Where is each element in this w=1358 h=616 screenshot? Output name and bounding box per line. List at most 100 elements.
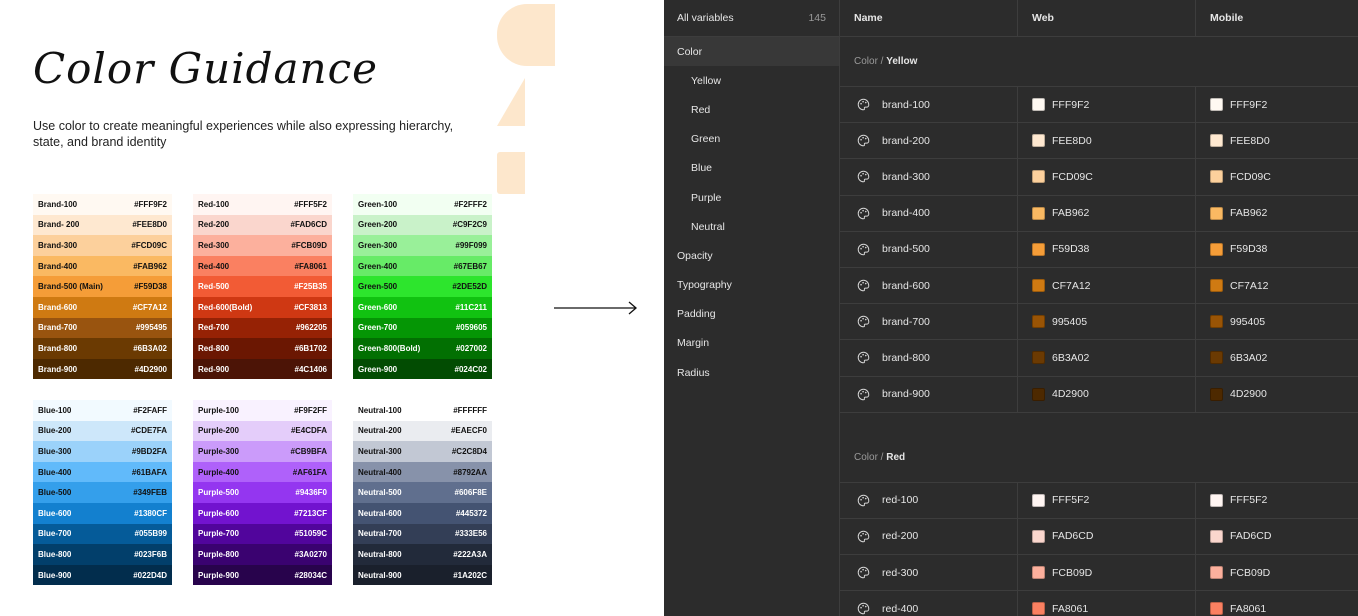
variable-row[interactable]: brand-600 CF7A12 CF7A12 [840,267,1358,305]
color-chip [1032,279,1045,293]
variable-row[interactable]: brand-500 F59D38 F59D38 [840,231,1358,268]
variable-name-cell[interactable]: red-400 [840,591,1018,616]
web-value-cell[interactable]: FEE8D0 [1018,123,1196,159]
variable-name: brand-500 [882,243,930,256]
variable-name: brand-400 [882,207,930,220]
variable-row[interactable]: red-300 FCB09D FCB09D [840,555,1358,592]
variable-name-cell[interactable]: brand-900 [840,376,1018,412]
variable-row[interactable]: red-100 FFF5F2 FFF5F2 [840,482,1358,519]
swatch-label: Purple-900 [198,570,239,580]
web-value-cell[interactable]: FFF5F2 [1018,482,1196,518]
color-palette: Red-100 #FFF5F2 Red-200 #FAD6CD Red-300 #FCB0… [193,194,332,380]
sidebar-item-opacity[interactable]: Opacity [664,241,839,270]
sidebar-item-green[interactable]: Green [664,125,839,154]
variable-row[interactable]: brand-100 FFF9F2 FFF9F2 [840,87,1358,124]
column-web-header[interactable]: Web [1018,0,1196,36]
swatch-label: Blue-500 [38,488,72,498]
all-variables-header[interactable]: All variables 145 [664,0,839,37]
decorative-shape [497,78,525,126]
color-swatch: Blue-400 #61BAFA [33,461,172,483]
sidebar-item-padding[interactable]: Padding [664,300,839,329]
variable-name: brand-200 [882,134,930,147]
variable-name-cell[interactable]: brand-500 [840,231,1018,267]
sidebar-item-purple[interactable]: Purple [664,183,839,212]
swatch-hex: #CDE7FA [130,426,167,436]
swatch-hex: #AF61FA [292,467,327,477]
mobile-value-cell[interactable]: FFF5F2 [1196,483,1358,518]
color-swatch: Green-700 #059605 [353,317,492,339]
mobile-value: 995405 [1230,315,1266,328]
variable-name-cell[interactable]: brand-300 [840,159,1018,195]
sidebar-item-yellow[interactable]: Yellow [664,66,839,95]
variable-row[interactable]: brand-900 4D2900 4D2900 [840,376,1358,413]
web-value: CF7A12 [1052,279,1091,292]
column-name-header[interactable]: Name [840,0,1018,36]
mobile-value-cell[interactable]: F59D38 [1196,232,1358,267]
web-value-cell[interactable]: FA8061 [1018,591,1196,616]
swatch-hex: #F9F2FF [294,405,327,415]
web-value-cell[interactable]: FAB962 [1018,195,1196,231]
color-swatch: Brand- 200 #FEE8D0 [33,214,172,236]
variable-name-cell[interactable]: brand-100 [840,87,1018,123]
variable-name-cell[interactable]: red-300 [840,555,1018,591]
decorative-shape [497,152,525,194]
web-value-cell[interactable]: 6B3A02 [1018,340,1196,376]
mobile-value-cell[interactable]: FCD09C [1196,159,1358,194]
variable-name-cell[interactable]: red-200 [840,518,1018,555]
variable-row[interactable]: brand-200 FEE8D0 FEE8D0 [840,123,1358,160]
variable-row[interactable]: red-200 FAD6CD FAD6CD [840,518,1358,556]
variable-name: red-400 [882,602,919,615]
swatch-label: Green-700 [358,323,398,333]
mobile-value-cell[interactable]: FCB09D [1196,555,1358,590]
variable-row[interactable]: red-400 FA8061 FA8061 [840,591,1358,616]
sidebar-item-blue[interactable]: Blue [664,154,839,183]
mobile-value-cell[interactable]: 6B3A02 [1196,340,1358,375]
sidebar-item-neutral[interactable]: Neutral [664,212,839,241]
variable-name-cell[interactable]: brand-400 [840,195,1018,231]
sidebar-item-color[interactable]: Color [664,37,839,67]
web-value-cell[interactable]: F59D38 [1018,231,1196,267]
column-mobile-header[interactable]: Mobile [1196,0,1358,36]
variable-row[interactable]: brand-400 FAB962 FAB962 [840,195,1358,232]
variable-name-cell[interactable]: red-100 [840,482,1018,518]
variable-row[interactable]: brand-700 995405 995405 [840,304,1358,341]
color-swatch: Brand-800 #6B3A02 [33,338,172,359]
color-swatch: Green-800(Bold) #027002 [353,338,492,359]
swatch-hex: #FAD6CD [290,220,327,230]
swatch-label: Green-500 [358,282,398,292]
mobile-value-cell[interactable]: CF7A12 [1196,268,1358,303]
mobile-value-cell[interactable]: FAB962 [1196,196,1358,231]
swatch-label: Green-400 [358,261,398,271]
sidebar-item-margin[interactable]: Margin [664,329,839,358]
web-value-cell[interactable]: FAD6CD [1018,518,1196,555]
sidebar-item-red[interactable]: Red [664,95,839,124]
variable-name-cell[interactable]: brand-600 [840,267,1018,304]
mobile-value: FAB962 [1230,207,1268,220]
swatch-label: Purple-700 [198,529,239,539]
variable-row[interactable]: brand-800 6B3A02 6B3A02 [840,340,1358,377]
mobile-value-cell[interactable]: 995405 [1196,304,1358,339]
swatch-hex: #349FEB [133,488,167,498]
mobile-value-cell[interactable]: 4D2900 [1196,377,1358,412]
swatch-label: Neutral-800 [358,549,402,559]
web-value-cell[interactable]: FFF9F2 [1018,87,1196,123]
web-value-cell[interactable]: 995405 [1018,304,1196,340]
sidebar-item-radius[interactable]: Radius [664,358,839,387]
sidebar-item-typography[interactable]: Typography [664,271,839,300]
mobile-value-cell[interactable]: FFF9F2 [1196,87,1358,122]
variable-row[interactable]: brand-300 FCD09C FCD09C [840,159,1358,196]
variable-name-cell[interactable]: brand-700 [840,304,1018,340]
web-value-cell[interactable]: FCB09D [1018,555,1196,591]
web-value-cell[interactable]: FCD09C [1018,159,1196,195]
color-swatch: Neutral-100 #FFFFFF [353,400,492,421]
variable-name-cell[interactable]: brand-200 [840,123,1018,159]
web-value-cell[interactable]: CF7A12 [1018,267,1196,304]
web-value-cell[interactable]: 4D2900 [1018,376,1196,412]
mobile-value-cell[interactable]: FA8061 [1196,591,1358,616]
variable-name-cell[interactable]: brand-800 [840,340,1018,376]
mobile-value-cell[interactable]: FEE8D0 [1196,123,1358,158]
web-value: FCB09D [1052,566,1093,579]
swatch-hex: #FCB09D [291,240,327,250]
mobile-value-cell[interactable]: FAD6CD [1196,519,1358,554]
collections-sidebar: All variables 145 Color Yellow Red Green Blu… [664,0,840,616]
